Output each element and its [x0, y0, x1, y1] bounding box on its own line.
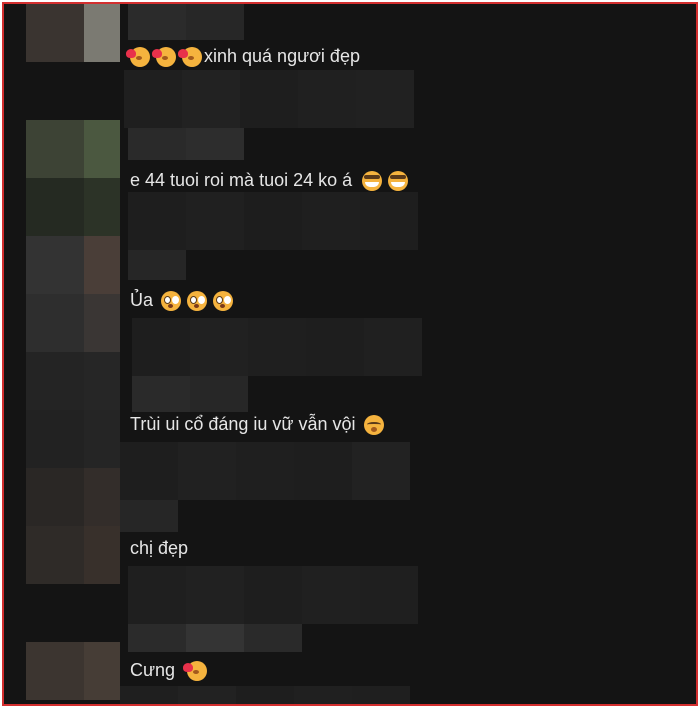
pixelated-block: [352, 442, 410, 500]
avatar[interactable]: [26, 642, 122, 700]
avatar[interactable]: [26, 526, 122, 584]
pixelated-block: [186, 192, 244, 250]
flushed-face-icon: [187, 290, 208, 311]
comments-screenshot-frame: xinh quá ngươi đẹp e 44 tuoi roi mà tuoi…: [2, 2, 698, 706]
pixelated-block: [186, 566, 244, 624]
grinning-sweat-face-icon: [362, 170, 383, 191]
pixelated-block: [360, 566, 418, 624]
avatar[interactable]: [26, 120, 122, 178]
pixelated-block: [178, 442, 236, 500]
comment-text-row: xinh quá ngươi đẹp: [126, 46, 360, 67]
pixelated-block: [128, 566, 186, 624]
pixelated-block: [248, 318, 306, 376]
comment-text: Cưng: [130, 660, 176, 680]
pixelated-block: [236, 442, 294, 500]
pixelated-block: [132, 318, 190, 376]
smiling-face-with-hearts-icon: [152, 46, 176, 67]
pixelated-block: [132, 376, 190, 412]
pixelated-block: [128, 128, 186, 160]
kissing-smiling-eyes-face-icon: [363, 414, 384, 435]
pixelated-block: [302, 192, 360, 250]
pixelated-block: [120, 500, 178, 532]
pixelated-block: [236, 686, 294, 704]
pixelated-block: [120, 442, 178, 500]
comment-text: Trùi ui cổ đáng iu vữ vẫn vội: [130, 414, 356, 434]
avatar[interactable]: [26, 236, 122, 294]
avatar[interactable]: [26, 468, 122, 526]
pixelated-block: [356, 70, 414, 128]
pixelated-block: [294, 442, 352, 500]
pixelated-block: [352, 686, 410, 704]
pixelated-block: [302, 566, 360, 624]
smiling-face-with-hearts-icon: [126, 46, 150, 67]
pixelated-block: [244, 192, 302, 250]
comment-text-row: Ủa: [130, 290, 234, 311]
pixelated-block: [128, 192, 186, 250]
pixelated-block: [306, 318, 364, 376]
comment-text-row: Trùi ui cổ đáng iu vữ vẫn vội: [130, 414, 384, 435]
pixelated-block: [186, 624, 244, 652]
flushed-face-icon: [161, 290, 182, 311]
pixelated-block: [364, 318, 422, 376]
comment-text: chị đẹp: [130, 538, 189, 558]
grinning-sweat-face-icon: [388, 170, 409, 191]
comment-text-row: Cưng: [130, 660, 208, 681]
smiling-face-with-hearts-icon: [178, 46, 202, 67]
comment-text: e 44 tuoi roi mà tuoi 24 ko á: [130, 170, 353, 190]
flushed-face-icon: [213, 290, 234, 311]
pixelated-block: [182, 70, 240, 128]
pixelated-block: [190, 376, 248, 412]
pixelated-block: [186, 128, 244, 160]
pixelated-block: [294, 686, 352, 704]
pixelated-block: [190, 318, 248, 376]
pixelated-block: [244, 624, 302, 652]
pixelated-block: [244, 566, 302, 624]
comment-text-row: chị đẹp: [130, 538, 188, 559]
pixelated-block: [128, 624, 186, 652]
comment-text-row: e 44 tuoi roi mà tuoi 24 ko á: [130, 170, 409, 191]
avatar[interactable]: [26, 178, 122, 236]
pixelated-block: [360, 192, 418, 250]
comment-text: Ủa: [130, 290, 154, 310]
pixelated-block: [120, 686, 178, 704]
avatar[interactable]: [26, 410, 122, 468]
pixelated-block: [128, 4, 186, 40]
avatar-column: [26, 4, 122, 704]
comment-text: xinh quá ngươi đẹp: [204, 46, 360, 66]
pixelated-block: [178, 686, 236, 704]
pixelated-block: [298, 70, 356, 128]
pixelated-block: [124, 70, 182, 128]
pixelated-block: [240, 70, 298, 128]
avatar[interactable]: [26, 352, 122, 410]
avatar[interactable]: [26, 294, 122, 352]
smiling-face-with-hearts-icon: [183, 660, 208, 681]
pixelated-block: [128, 250, 186, 280]
pixelated-block: [186, 4, 244, 40]
avatar[interactable]: [26, 4, 122, 62]
